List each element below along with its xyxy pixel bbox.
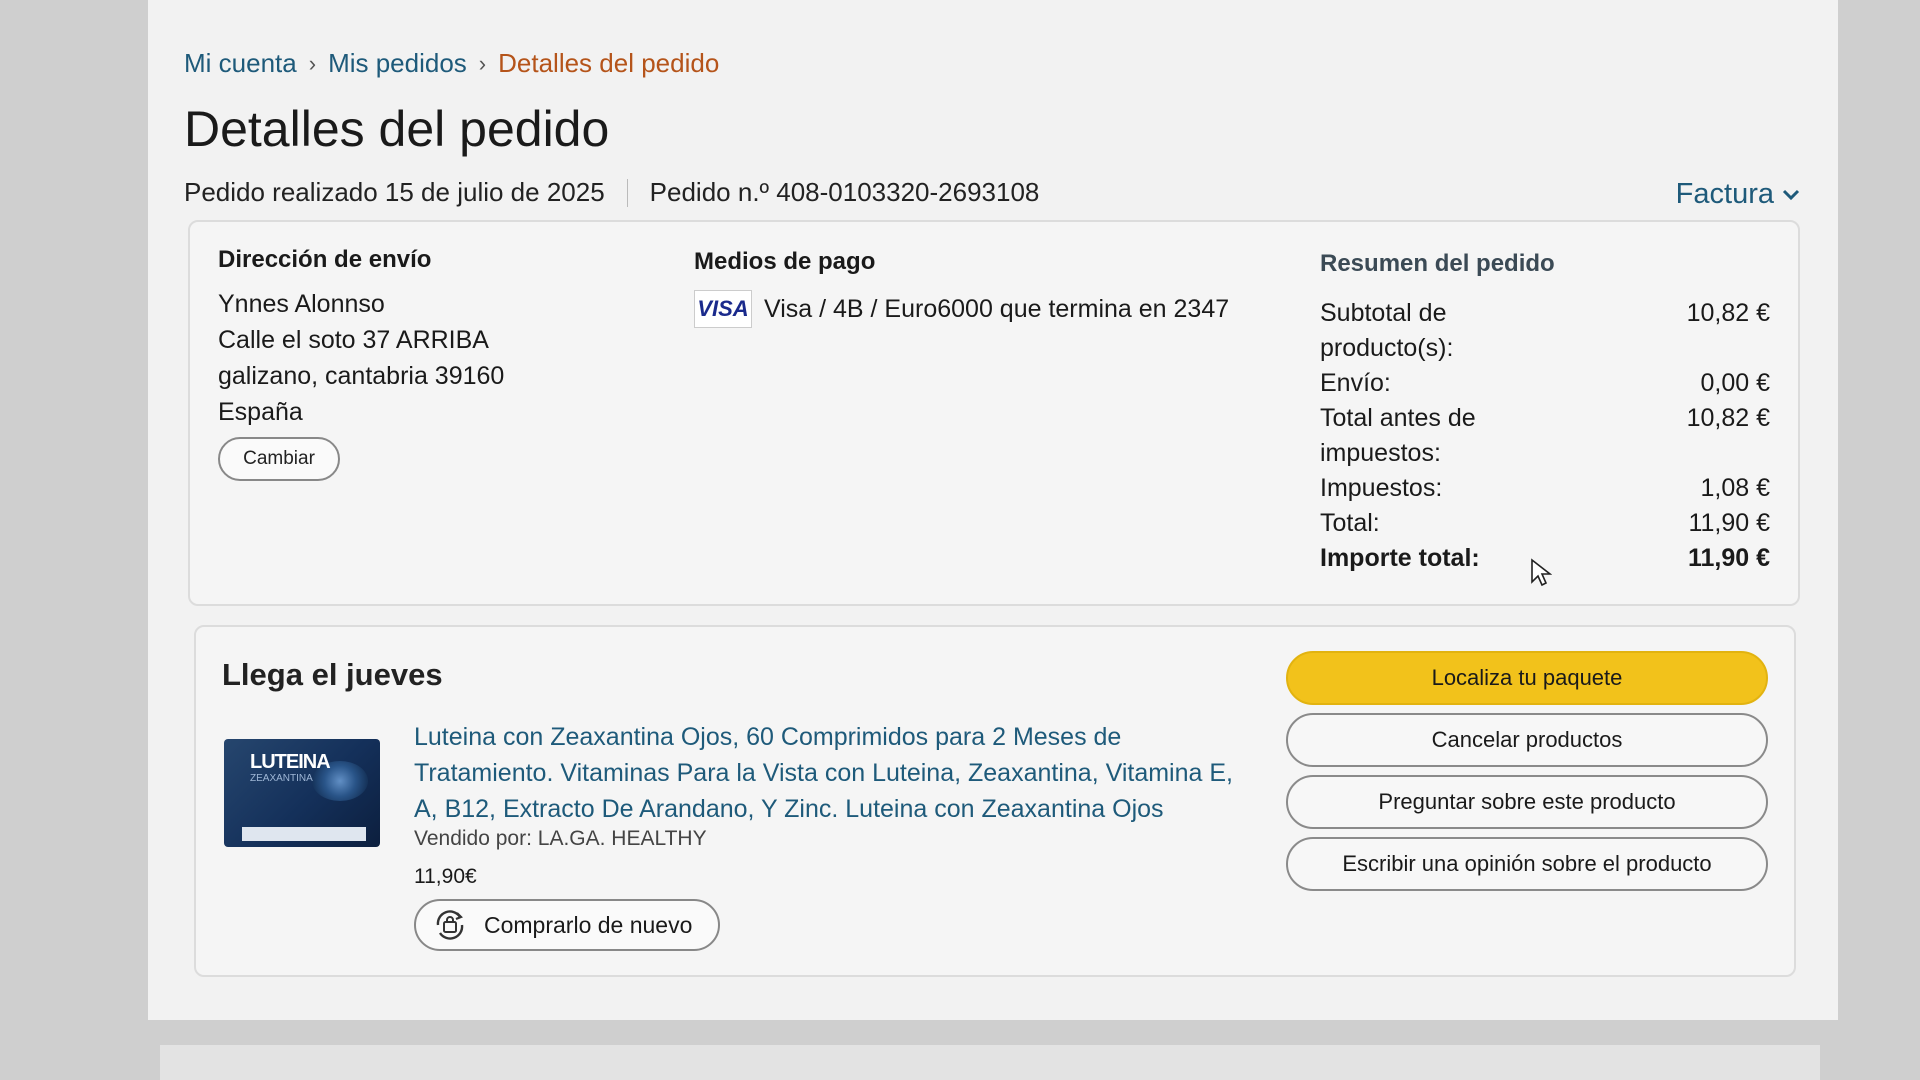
write-review-button[interactable]: Escribir una opinión sobre el producto <box>1286 837 1768 891</box>
breadcrumb-separator: › <box>478 50 487 76</box>
shipping-address: Ynnes Alonnso Calle el soto 37 ARRIBA ga… <box>218 286 504 430</box>
summary-row-tax: Impuestos: 1,08 € <box>1320 471 1770 506</box>
product-image-subtitle: ZEAXANTINA <box>250 773 313 784</box>
order-date: Pedido realizado 15 de julio de 2025 <box>184 177 605 207</box>
summary-label: Subtotal de producto(s): <box>1320 299 1454 362</box>
mouse-cursor-icon <box>1531 558 1552 587</box>
product-seller: Vendido por: LA.GA. HEALTHY <box>414 827 707 850</box>
summary-value: 11,90 € <box>1687 544 1770 572</box>
change-address-button[interactable]: Cambiar <box>218 437 340 481</box>
breadcrumb-my-orders[interactable]: Mis pedidos <box>328 48 467 79</box>
address-country: España <box>218 398 303 426</box>
page-title: Detalles del pedido <box>184 101 610 157</box>
payment-heading: Medios de pago <box>694 248 876 275</box>
breadcrumb-current: Detalles del pedido <box>498 48 720 78</box>
order-info-card: Dirección de envío Ynnes Alonnso Calle e… <box>188 220 1800 606</box>
invoice-label: Factura <box>1675 178 1774 210</box>
summary-value: 11,90 € <box>1688 509 1770 537</box>
order-summary: Resumen del pedido Subtotal de producto(… <box>1320 250 1770 576</box>
summary-value: 10,82 € <box>1686 299 1770 327</box>
summary-value: 1,08 € <box>1700 474 1770 502</box>
breadcrumb-my-account[interactable]: Mi cuenta <box>184 48 297 79</box>
cancel-items-button[interactable]: Cancelar productos <box>1286 713 1768 767</box>
shipment-card: Llega el jueves LUTEINA ZEAXANTINA Lutei… <box>194 625 1796 977</box>
breadcrumb-separator: › <box>308 50 317 76</box>
visa-logo-icon: VISA <box>694 290 752 328</box>
summary-value: 0,00 € <box>1700 369 1770 397</box>
breadcrumb: Mi cuenta › Mis pedidos › Detalles del p… <box>184 48 719 79</box>
buy-again-icon <box>436 910 464 940</box>
ask-product-question-button[interactable]: Preguntar sobre este producto <box>1286 775 1768 829</box>
summary-label: Envío: <box>1320 369 1391 397</box>
lower-content-strip <box>160 1045 1820 1080</box>
summary-label: Total: <box>1320 509 1380 537</box>
summary-value: 10,82 € <box>1686 404 1770 432</box>
meta-divider <box>626 178 628 207</box>
buy-again-label: Comprarlo de nuevo <box>484 911 693 938</box>
payment-text: Visa / 4B / Euro6000 que termina en 2347 <box>764 294 1230 323</box>
invoice-dropdown[interactable]: Factura <box>1676 178 1800 211</box>
summary-row-pretax: Total antes de impuestos: 10,82 € <box>1320 401 1770 471</box>
address-street: Calle el soto 37 ARRIBA <box>218 326 489 354</box>
arrival-heading: Llega el jueves <box>222 657 443 692</box>
shipment-actions: Localiza tu paquete Cancelar productos P… <box>1286 651 1768 899</box>
summary-row-subtotal: Subtotal de producto(s): 10,82 € <box>1320 296 1770 366</box>
product-image-brand: LUTEINA <box>250 751 331 773</box>
chevron-down-icon <box>1782 189 1800 200</box>
shipping-heading: Dirección de envío <box>218 246 432 273</box>
summary-row-shipping: Envío: 0,00 € <box>1320 366 1770 401</box>
product-image-band <box>242 827 366 841</box>
address-name: Ynnes Alonnso <box>218 290 385 318</box>
summary-heading: Resumen del pedido <box>1320 250 1555 277</box>
summary-row-total: Total: 11,90 € <box>1320 506 1770 541</box>
order-meta: Pedido realizado 15 de julio de 2025 Ped… <box>184 177 1039 208</box>
summary-label: Importe total: <box>1320 544 1480 572</box>
payment-method: VISA Visa / 4B / Euro6000 que termina en… <box>694 290 1229 328</box>
product-image[interactable]: LUTEINA ZEAXANTINA <box>224 739 380 847</box>
product-price: 11,90€ <box>414 865 477 888</box>
order-number: Pedido n.º 408-0103320-2693108 <box>649 177 1040 207</box>
product-title-link[interactable]: Luteina con Zeaxantina Ojos, 60 Comprimi… <box>414 719 1234 827</box>
track-package-button[interactable]: Localiza tu paquete <box>1286 651 1768 705</box>
summary-label: Total antes de impuestos: <box>1320 404 1476 467</box>
address-city: galizano, cantabria 39160 <box>218 362 505 390</box>
summary-label: Impuestos: <box>1320 474 1443 502</box>
buy-again-button[interactable]: Comprarlo de nuevo <box>414 899 720 951</box>
